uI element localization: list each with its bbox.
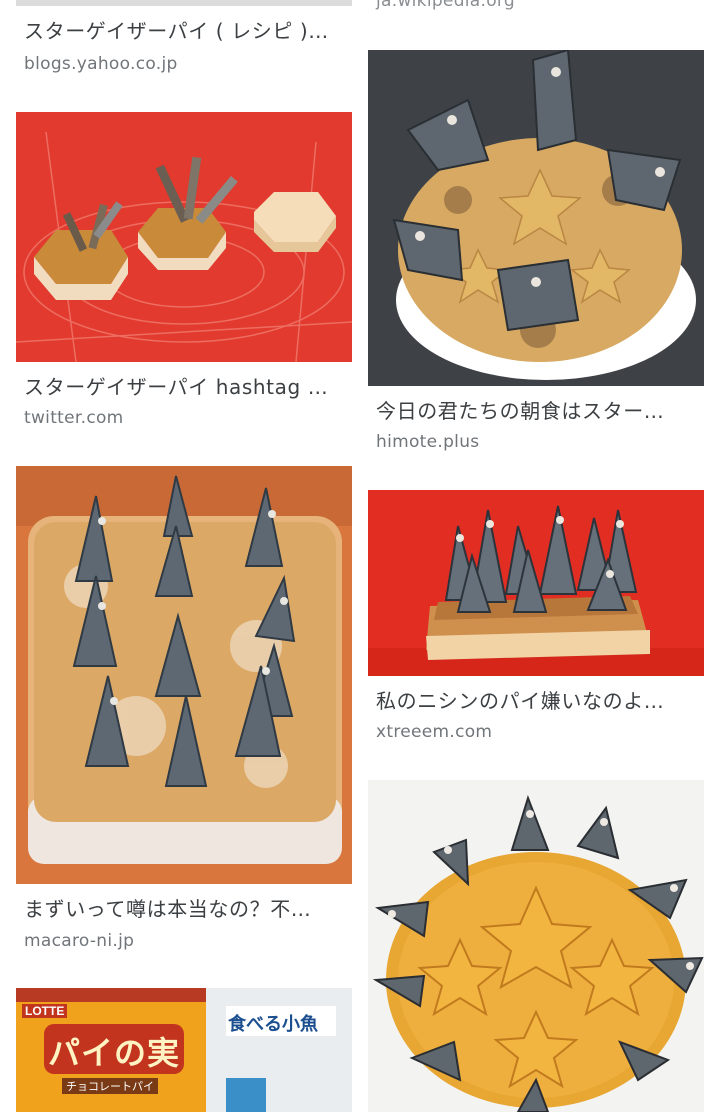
result-card-snacks[interactable]: LOTTE パイの実 チョコレートパイ 食べる小魚: [16, 988, 352, 1112]
result-source: twitter.com: [24, 408, 124, 428]
result-card-mini-pies[interactable]: スターゲイザーパイ hashtag … twitter.com: [16, 112, 352, 442]
result-source: blogs.yahoo.co.jp: [24, 54, 178, 74]
result-caption: まずいって噂は本当なの？不…: [24, 897, 312, 921]
red-mat-mini-pies-image: [16, 112, 352, 362]
result-caption: 私のニシンのパイ嫌いなのよ…: [376, 689, 665, 713]
round-fish-pie-plate-image: [368, 50, 704, 386]
result-image-partial: [16, 0, 352, 6]
result-caption: スターゲイザーパイ hashtag …: [24, 375, 329, 399]
package-product-subtitle: チョコレートパイ: [62, 1078, 158, 1094]
result-source: himote.plus: [376, 432, 480, 452]
package-fish-label: 食べる小魚: [228, 1014, 318, 1035]
golden-star-pie-image: [368, 780, 704, 1112]
square-fish-pie-red-image: [368, 490, 704, 676]
result-card-rect-pie[interactable]: まずいって噂は本当なの？不… macaro-ni.jp: [16, 466, 352, 966]
result-card-wikipedia[interactable]: ja.wikipedia.org: [368, 0, 704, 28]
rectangular-fish-pie-image: [16, 466, 352, 884]
result-caption: スターゲイザーパイ ( レシピ )…: [24, 19, 329, 43]
result-source: ja.wikipedia.org: [376, 0, 516, 11]
result-card-square-pie[interactable]: 私のニシンのパイ嫌いなのよ… xtreeem.com: [368, 490, 704, 752]
package-product-name: パイの実: [48, 1034, 181, 1072]
result-source: xtreeem.com: [376, 722, 493, 742]
result-card-round-pie[interactable]: 今日の君たちの朝食はスター… himote.plus: [368, 50, 704, 468]
result-card-star-pie[interactable]: [368, 780, 704, 1112]
result-source: macaro-ni.jp: [24, 931, 135, 951]
result-caption: 今日の君たちの朝食はスター…: [376, 399, 665, 423]
package-brand-label: LOTTE: [22, 1004, 68, 1018]
result-card-stargazey-recipe[interactable]: スターゲイザーパイ ( レシピ )… blogs.yahoo.co.jp: [16, 0, 352, 80]
